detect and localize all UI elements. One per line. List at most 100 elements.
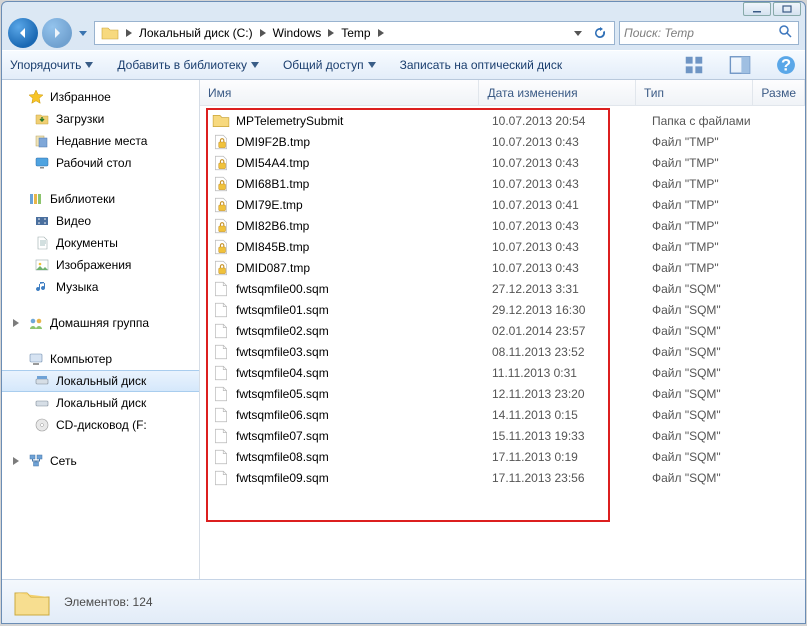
file-icon <box>212 449 230 465</box>
share-menu[interactable]: Общий доступ <box>283 58 376 72</box>
file-row[interactable]: fwtsqmfile00.sqm27.12.2013 3:31Файл "SQM… <box>200 278 805 299</box>
file-name: fwtsqmfile03.sqm <box>236 345 492 359</box>
add-to-library-menu[interactable]: Добавить в библиотеку <box>117 58 259 72</box>
status-text: Элементов: 124 <box>64 595 153 609</box>
file-name: DMI68B1.tmp <box>236 177 492 191</box>
organize-menu[interactable]: Упорядочить <box>10 58 93 72</box>
file-row[interactable]: DMI9F2B.tmp10.07.2013 0:43Файл "TMP" <box>200 131 805 152</box>
search-placeholder: Поиск: Temp <box>624 26 694 40</box>
file-date: 17.11.2013 0:19 <box>492 450 652 464</box>
file-name: DMI79E.tmp <box>236 198 492 212</box>
col-type[interactable]: Тип <box>636 80 753 105</box>
col-name[interactable]: Имя <box>200 80 479 105</box>
nav-cd-drive[interactable]: CD-дисковод (F: <box>2 414 199 436</box>
file-row[interactable]: DMI54A4.tmp10.07.2013 0:43Файл "TMP" <box>200 152 805 173</box>
nav-pictures[interactable]: Изображения <box>2 254 199 276</box>
col-date[interactable]: Дата изменения <box>479 80 636 105</box>
star-icon <box>28 89 44 105</box>
address-dropdown[interactable] <box>568 23 588 43</box>
file-row[interactable]: fwtsqmfile09.sqm17.11.2013 23:56Файл "SQ… <box>200 467 805 488</box>
nav-music[interactable]: Музыка <box>2 276 199 298</box>
file-row[interactable]: fwtsqmfile04.sqm11.11.2013 0:31Файл "SQM… <box>200 362 805 383</box>
file-row[interactable]: fwtsqmfile06.sqm14.11.2013 0:15Файл "SQM… <box>200 404 805 425</box>
breadcrumb-item[interactable]: Windows <box>269 22 326 44</box>
network-header[interactable]: Сеть <box>2 450 199 472</box>
nav-videos[interactable]: Видео <box>2 210 199 232</box>
search-input[interactable]: Поиск: Temp <box>619 21 799 45</box>
nav-local-disk-d[interactable]: Локальный диск <box>2 392 199 414</box>
file-row[interactable]: fwtsqmfile03.sqm08.11.2013 23:52Файл "SQ… <box>200 341 805 362</box>
lock-icon <box>212 176 230 192</box>
file-row[interactable]: fwtsqmfile08.sqm17.11.2013 0:19Файл "SQM… <box>200 446 805 467</box>
file-row[interactable]: DMI68B1.tmp10.07.2013 0:43Файл "TMP" <box>200 173 805 194</box>
file-icon <box>212 386 230 402</box>
file-date: 29.12.2013 16:30 <box>492 303 652 317</box>
homegroup-header[interactable]: Домашняя группа <box>2 312 199 334</box>
nav-recent[interactable]: Недавние места <box>2 130 199 152</box>
file-list-pane: Имя Дата изменения Тип Разме MPTelemetry… <box>200 80 805 579</box>
file-date: 10.07.2013 0:43 <box>492 177 652 191</box>
file-row[interactable]: fwtsqmfile05.sqm12.11.2013 23:20Файл "SQ… <box>200 383 805 404</box>
file-name: DMI82B6.tmp <box>236 219 492 233</box>
file-row[interactable]: fwtsqmfile01.sqm29.12.2013 16:30Файл "SQ… <box>200 299 805 320</box>
preview-pane-button[interactable] <box>729 54 751 76</box>
file-type: Файл "TMP" <box>652 198 782 212</box>
nav-documents[interactable]: Документы <box>2 232 199 254</box>
burn-button[interactable]: Записать на оптический диск <box>400 58 563 72</box>
computer-icon <box>28 351 44 367</box>
nav-desktop[interactable]: Рабочий стол <box>2 152 199 174</box>
file-date: 10.07.2013 20:54 <box>492 114 652 128</box>
back-button[interactable] <box>8 18 38 48</box>
chevron-right-icon[interactable] <box>325 29 337 37</box>
file-icon <box>212 470 230 486</box>
navigation-pane[interactable]: Избранное Загрузки Недавние места Рабочи… <box>2 80 200 579</box>
nav-local-disk-c[interactable]: Локальный диск <box>2 370 199 392</box>
drive-icon <box>34 373 50 389</box>
file-row[interactable]: fwtsqmfile02.sqm02.01.2014 23:57Файл "SQ… <box>200 320 805 341</box>
file-type: Файл "SQM" <box>652 324 782 338</box>
file-type: Файл "TMP" <box>652 219 782 233</box>
lock-icon <box>212 155 230 171</box>
lock-icon <box>212 239 230 255</box>
chevron-right-icon[interactable] <box>375 29 387 37</box>
content-body: Избранное Загрузки Недавние места Рабочи… <box>2 80 805 579</box>
refresh-button[interactable] <box>590 23 610 43</box>
file-rows[interactable]: MPTelemetrySubmit10.07.2013 20:54Папка с… <box>200 106 805 579</box>
chevron-right-icon[interactable] <box>257 29 269 37</box>
file-name: fwtsqmfile01.sqm <box>236 303 492 317</box>
view-options-button[interactable] <box>683 54 705 76</box>
file-type: Файл "SQM" <box>652 450 782 464</box>
computer-header[interactable]: Компьютер <box>2 348 199 370</box>
col-size[interactable]: Разме <box>753 80 805 105</box>
drive-icon <box>34 395 50 411</box>
file-row[interactable]: MPTelemetrySubmit10.07.2013 20:54Папка с… <box>200 110 805 131</box>
file-name: fwtsqmfile08.sqm <box>236 450 492 464</box>
favorites-header[interactable]: Избранное <box>2 86 199 108</box>
lock-icon <box>212 260 230 276</box>
breadcrumb-item[interactable]: Temp <box>337 22 374 44</box>
file-row[interactable]: DMI79E.tmp10.07.2013 0:41Файл "TMP" <box>200 194 805 215</box>
file-name: MPTelemetrySubmit <box>236 114 492 128</box>
file-row[interactable]: DMI82B6.tmp10.07.2013 0:43Файл "TMP" <box>200 215 805 236</box>
forward-button[interactable] <box>42 18 72 48</box>
maximize-button[interactable] <box>773 2 801 16</box>
help-button[interactable]: ? <box>775 54 797 76</box>
file-icon <box>212 365 230 381</box>
file-icon <box>212 407 230 423</box>
lock-icon <box>212 134 230 150</box>
file-type: Папка с файлами <box>652 114 782 128</box>
libraries-header[interactable]: Библиотеки <box>2 188 199 210</box>
file-row[interactable]: DMID087.tmp10.07.2013 0:43Файл "TMP" <box>200 257 805 278</box>
file-icon <box>212 344 230 360</box>
breadcrumb-item[interactable]: Локальный диск (C:) <box>135 22 257 44</box>
minimize-button[interactable] <box>743 2 771 16</box>
history-dropdown[interactable] <box>76 23 90 43</box>
file-type: Файл "SQM" <box>652 429 782 443</box>
desktop-icon <box>34 155 50 171</box>
chevron-right-icon[interactable] <box>123 29 135 37</box>
title-bar <box>2 2 805 16</box>
file-row[interactable]: fwtsqmfile07.sqm15.11.2013 19:33Файл "SQ… <box>200 425 805 446</box>
address-bar[interactable]: Локальный диск (C:) Windows Temp <box>94 21 615 45</box>
file-row[interactable]: DMI845B.tmp10.07.2013 0:43Файл "TMP" <box>200 236 805 257</box>
nav-downloads[interactable]: Загрузки <box>2 108 199 130</box>
